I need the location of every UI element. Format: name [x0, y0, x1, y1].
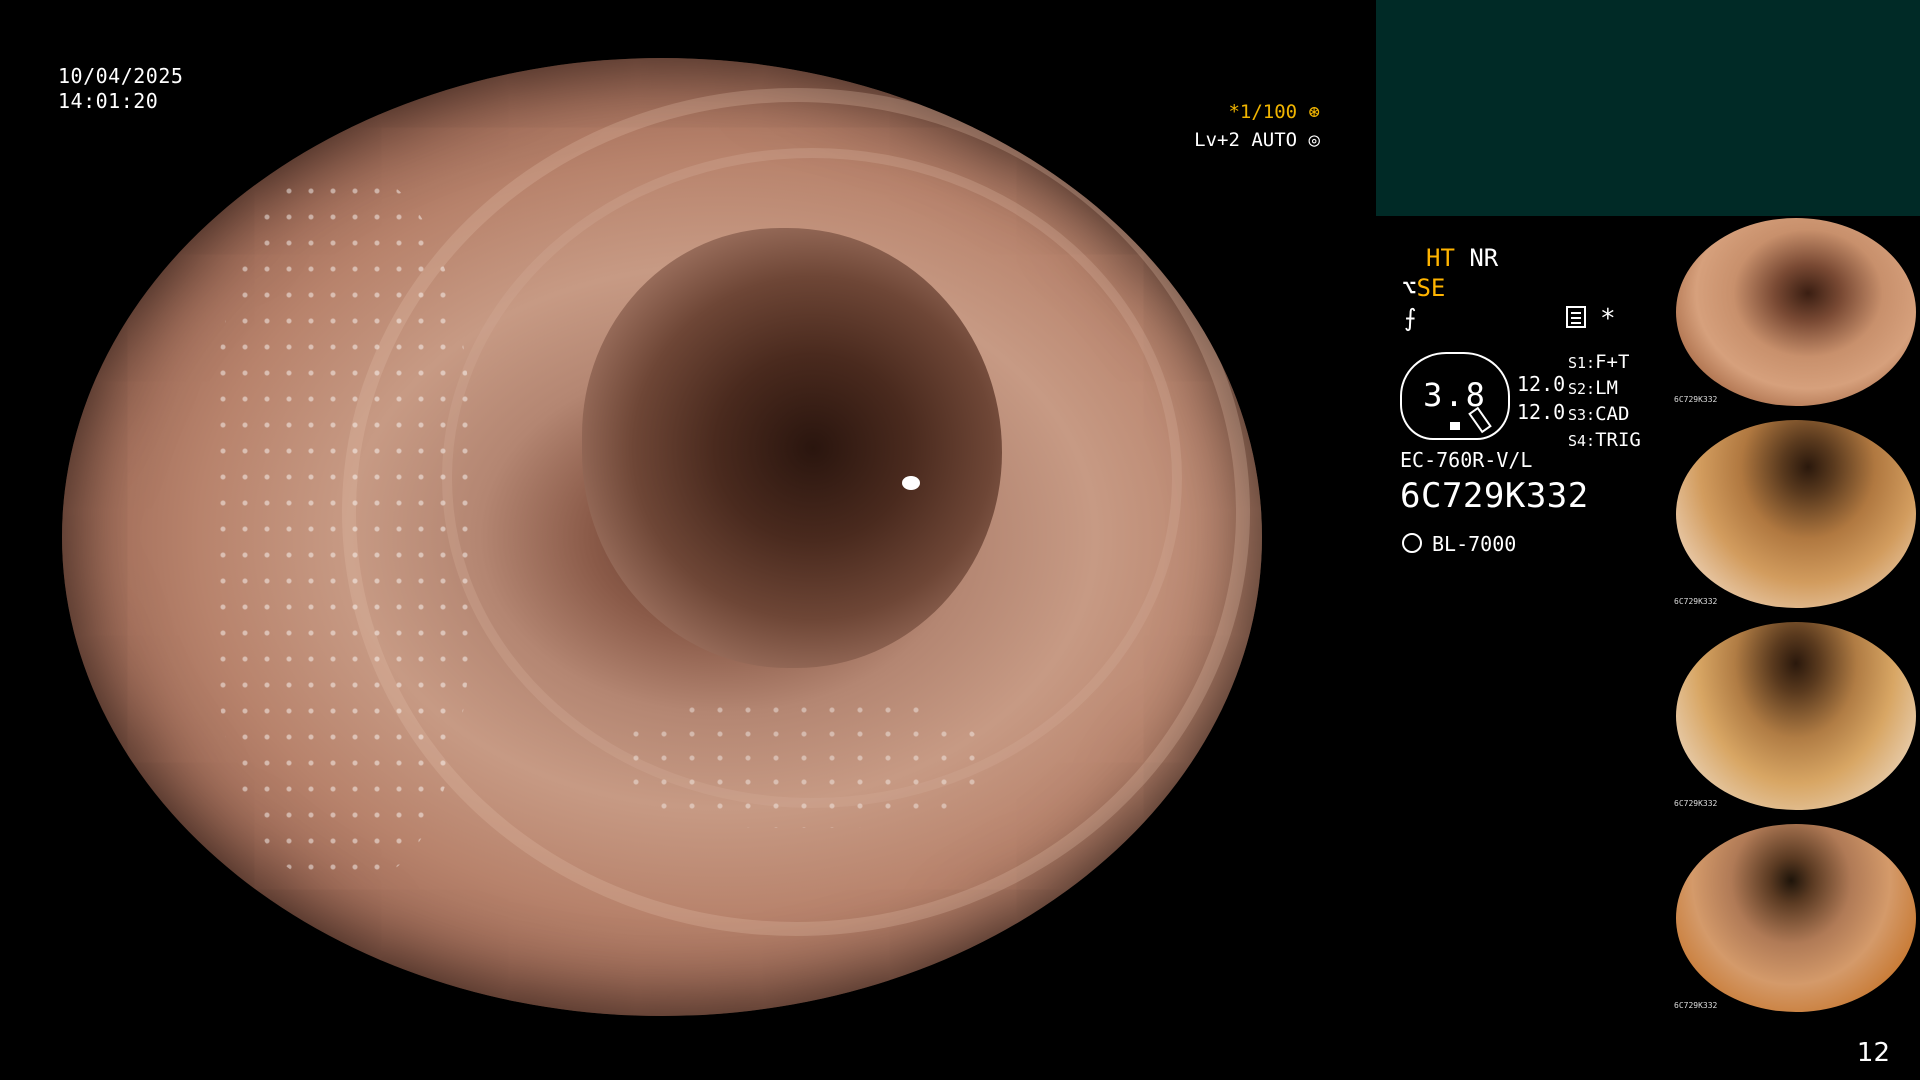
- gauge-value: 3.8: [1423, 376, 1487, 414]
- se-icon: ⌥: [1402, 274, 1417, 302]
- thumbnail-image: [1676, 622, 1916, 810]
- date-label: 10/04/2025: [58, 64, 184, 88]
- lumen: [582, 228, 1002, 668]
- thumbnail-serial: 6C729K332: [1674, 1001, 1718, 1010]
- light-source-icon: [1402, 533, 1422, 553]
- switch-item: S1:F+T: [1568, 351, 1630, 373]
- aperture-icon: ⊛: [1308, 101, 1320, 123]
- star-icon: *: [1600, 304, 1616, 334]
- exposure-info: *1/100 ⊛ Lv+2 AUTO ◎: [1190, 98, 1320, 154]
- switch-item: S4:TRIG: [1568, 429, 1641, 451]
- page-number: 12: [1856, 1038, 1890, 1068]
- thumbnail[interactable]: 6C729K332: [1672, 622, 1920, 820]
- thumbnail-serial: 6C729K332: [1674, 597, 1718, 606]
- square-icon: [1450, 422, 1460, 430]
- light-reflection-left: [212, 178, 472, 878]
- gauge-val-1: 12.0: [1517, 372, 1566, 396]
- thumbnail[interactable]: 6C729K332: [1672, 420, 1920, 618]
- scope-model: EC-760R-V/L: [1400, 448, 1533, 472]
- light-source: BL-7000: [1402, 532, 1516, 556]
- gauge-display: 3.8: [1400, 352, 1510, 440]
- thumbnail-image: [1676, 420, 1916, 608]
- ht-label: HT: [1426, 244, 1455, 272]
- thumbnail-image: [1676, 218, 1916, 406]
- thumbnail-strip: 6C729K332 6C729K332 6C729K332 6C729K332: [1672, 218, 1920, 1026]
- thumbnail-image: [1676, 824, 1916, 1012]
- ht-nr-indicator: HT NR: [1426, 244, 1498, 272]
- nr-label: NR: [1469, 244, 1499, 272]
- se-indicator: ⌥SE: [1402, 274, 1445, 302]
- thumbnail[interactable]: 6C729K332: [1672, 824, 1920, 1022]
- switch-item: S3:CAD: [1568, 403, 1630, 425]
- shutter-label: *1/100: [1228, 101, 1298, 123]
- switch-list: S1:F+T S2:LM S3:CAD S4:TRIG: [1568, 350, 1641, 454]
- gauge-values: 12.0 12.0: [1517, 370, 1565, 426]
- scope-serial: 6C729K332: [1400, 476, 1589, 516]
- thumbnail-serial: 6C729K332: [1674, 395, 1718, 404]
- light-reflection-bottom: [622, 698, 982, 828]
- function-icon: ⨍: [1404, 304, 1417, 332]
- menu-icon: [1566, 306, 1586, 328]
- iris-icon: ◎: [1308, 129, 1320, 151]
- thumbnail-serial: 6C729K332: [1674, 799, 1718, 808]
- light-glint: [902, 476, 920, 490]
- datetime: 10/04/2025 14:01:20: [58, 64, 183, 114]
- gauge-val-2: 12.0: [1517, 400, 1566, 424]
- endoscopic-view: [62, 58, 1262, 1016]
- switch-item: S2:LM: [1568, 377, 1618, 399]
- level-label: Lv+2 AUTO: [1194, 129, 1298, 151]
- thumbnail[interactable]: 6C729K332: [1672, 218, 1920, 416]
- light-source-name: BL-7000: [1432, 532, 1517, 556]
- se-label: SE: [1416, 274, 1446, 302]
- time-label: 14:01:20: [58, 89, 159, 113]
- top-right-panel: [1376, 0, 1920, 216]
